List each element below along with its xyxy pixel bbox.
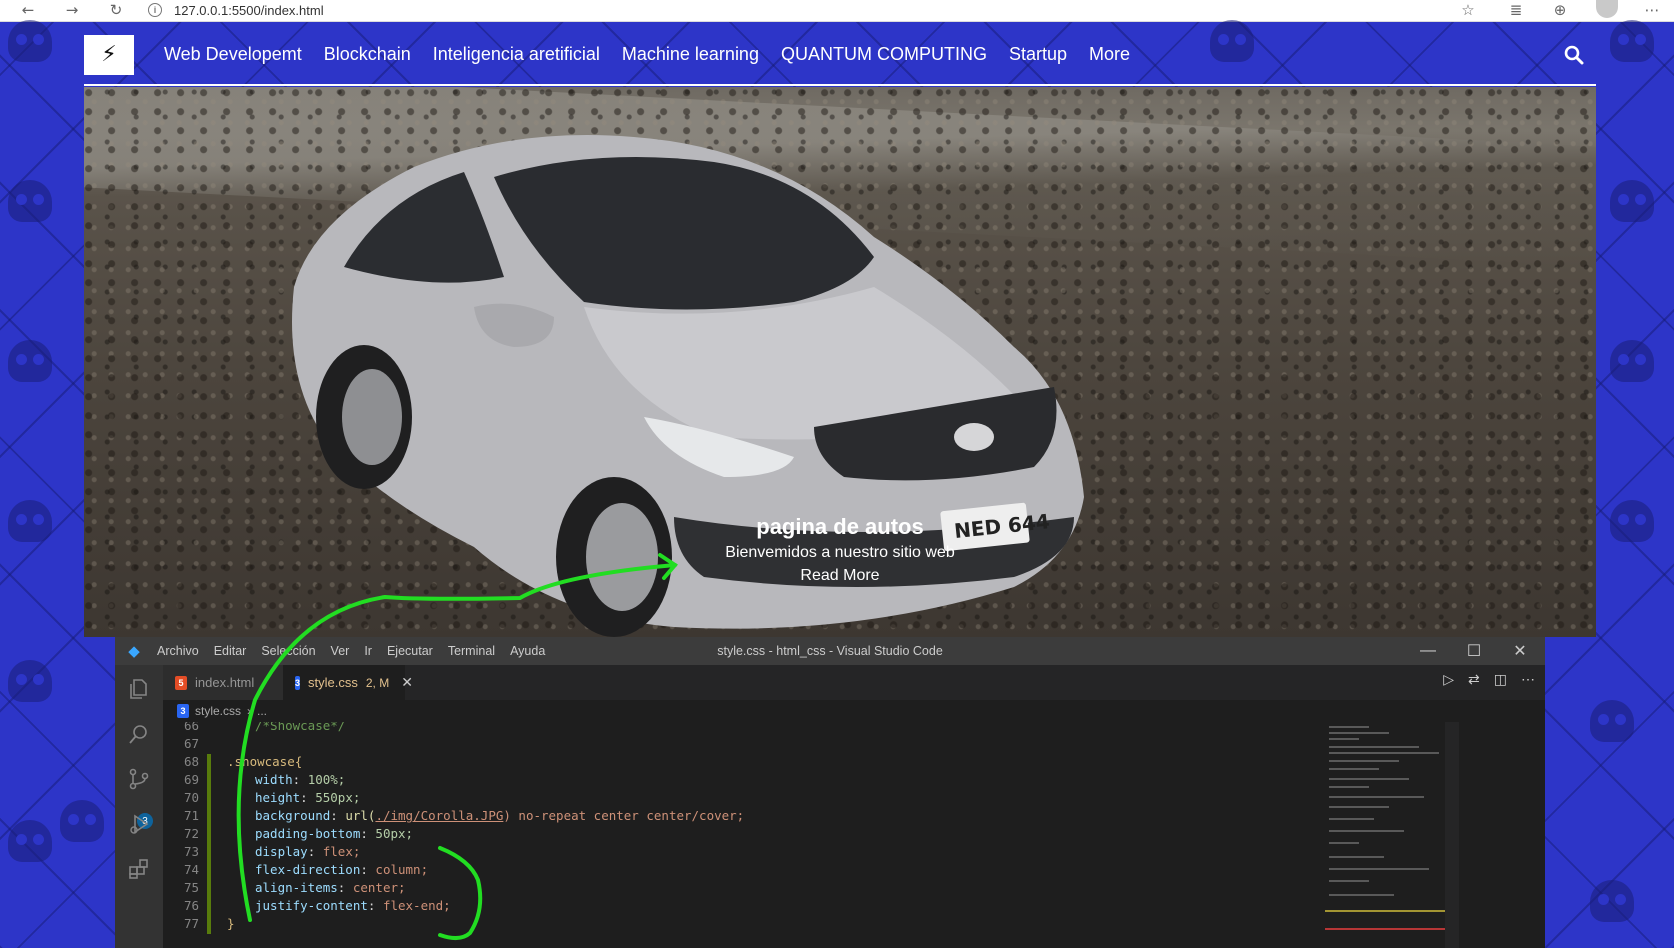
explorer-icon[interactable] [127, 677, 151, 701]
tab-label: index.html [195, 675, 255, 690]
css3-icon: 3 [177, 704, 189, 718]
nav-startup[interactable]: Startup [1009, 44, 1067, 65]
code-line: 75 align-items: center; [163, 880, 1323, 898]
code-line: 73 display: flex; [163, 844, 1323, 862]
vscode-logo-icon: ◆ [128, 643, 140, 660]
chevron-right-icon: › [247, 704, 252, 718]
source-control-icon[interactable] [127, 767, 151, 791]
url-text[interactable]: 127.0.0.1:5500/index.html [174, 3, 324, 18]
tab-status: 2, M [365, 675, 390, 690]
code-editor[interactable]: 66/*Showcase*/ 67 68 .showcase{ 69 width: … [163, 722, 1323, 948]
read-more-link[interactable]: Read More [84, 567, 1596, 585]
editor-actions: ▷ ⇄ ◫ ⋯ [1443, 671, 1535, 688]
site-info-icon[interactable]: i [148, 3, 162, 17]
split-editor-icon[interactable]: ◫ [1494, 671, 1507, 688]
site-navbar: ⚡ Web Developemt Blockchain Inteligencia… [84, 25, 1596, 86]
back-arrow-icon[interactable]: ← [16, 0, 40, 20]
breadcrumb: 3 style.css › ... [163, 700, 1545, 722]
code-line: 74 flex-direction: column; [163, 862, 1323, 880]
nav-web-development[interactable]: Web Developemt [164, 44, 302, 65]
menu-terminal[interactable]: Terminal [448, 644, 495, 658]
code-line: 67 [183, 736, 199, 751]
search-icon[interactable] [127, 722, 151, 746]
breadcrumb-file[interactable]: style.css [195, 704, 241, 718]
vscode-titlebar: ◆ Archivo Editar Selección Ver Ir Ejecut… [115, 637, 1545, 665]
showcase-hero: NED 644 pagina de autos Bienvemidos a nu… [84, 87, 1596, 637]
minimap[interactable] [1325, 722, 1445, 948]
breadcrumb-rest[interactable]: ... [257, 704, 267, 718]
code-line: 69 width: 100%; [163, 772, 1323, 790]
css3-icon: 3 [295, 675, 301, 690]
bolt-logo-icon[interactable]: ⚡ [84, 34, 134, 75]
hero-subtitle: Bienvemidos a nuestro sitio web [725, 544, 955, 561]
menu-ejecutar[interactable]: Ejecutar [387, 644, 433, 658]
tab-index-html[interactable]: 5 index.html [163, 665, 283, 700]
reading-list-icon[interactable]: ≣ [1504, 0, 1528, 20]
reload-icon[interactable]: ↻ [104, 0, 128, 20]
html5-icon: 5 [175, 675, 187, 690]
maximize-icon[interactable]: ☐ [1451, 637, 1497, 665]
code-line: 77} [163, 916, 1323, 934]
nav-quantum-computing[interactable]: QUANTUM COMPUTING [781, 44, 987, 65]
collections-icon[interactable]: ⊕ [1548, 0, 1572, 20]
code-line: 66/*Showcase*/ [183, 722, 346, 733]
run-debug-icon[interactable] [127, 812, 151, 836]
nav-more[interactable]: More [1089, 44, 1130, 65]
code-line: 71 background: url(./img/Corolla.JPG) no-… [163, 808, 1323, 826]
nav-machine-learning[interactable]: Machine learning [622, 44, 759, 65]
code-line: 68 .showcase{ [163, 754, 1323, 772]
run-icon[interactable]: ▷ [1443, 671, 1454, 688]
code-line: 76 justify-content: flex-end; [163, 898, 1323, 916]
profile-avatar[interactable] [1596, 0, 1618, 18]
code-line: 72 padding-bottom: 50px; [163, 826, 1323, 844]
more-options-icon[interactable]: ⋯ [1640, 0, 1664, 20]
minimize-icon[interactable]: — [1405, 637, 1451, 665]
window-title: style.css - html_css - Visual Studio Cod… [717, 644, 943, 658]
search-icon[interactable] [1564, 45, 1584, 65]
extensions-icon[interactable] [127, 857, 151, 881]
forward-arrow-icon[interactable]: → [60, 0, 84, 20]
tab-style-css[interactable]: 3 style.css 2, M ✕ [283, 665, 413, 700]
vscode-window: ◆ Archivo Editar Selección Ver Ir Ejecut… [115, 637, 1545, 948]
menu-archivo[interactable]: Archivo [157, 644, 199, 658]
menu-ayuda[interactable]: Ayuda [510, 644, 545, 658]
close-tab-icon[interactable]: ✕ [401, 674, 413, 691]
nav-blockchain[interactable]: Blockchain [324, 44, 411, 65]
address-bar[interactable]: i 127.0.0.1:5500/index.html [148, 0, 324, 20]
tab-label: style.css [308, 675, 358, 690]
menu-editar[interactable]: Editar [214, 644, 247, 658]
nav-ai[interactable]: Inteligencia aretificial [433, 44, 600, 65]
code-line: 70 height: 550px; [163, 790, 1323, 808]
hero-title: pagina de autos [756, 514, 924, 539]
browser-toolbar: ← → ↻ i 127.0.0.1:5500/index.html ☆ ≣ ⊕ … [0, 0, 1674, 22]
favorites-star-icon[interactable]: ☆ [1456, 0, 1480, 20]
more-actions-icon[interactable]: ⋯ [1521, 671, 1535, 688]
menu-seleccion[interactable]: Selección [261, 644, 315, 658]
menu-ir[interactable]: Ir [364, 644, 372, 658]
close-window-icon[interactable]: ✕ [1497, 637, 1543, 665]
editor-tabs: 5 index.html 3 style.css 2, M ✕ ▷ ⇄ ◫ ⋯ [163, 665, 1545, 700]
menu-ver[interactable]: Ver [331, 644, 350, 658]
activity-bar: 3 [115, 665, 163, 948]
compare-changes-icon[interactable]: ⇄ [1468, 671, 1480, 688]
editor-scrollbar[interactable] [1445, 722, 1459, 948]
